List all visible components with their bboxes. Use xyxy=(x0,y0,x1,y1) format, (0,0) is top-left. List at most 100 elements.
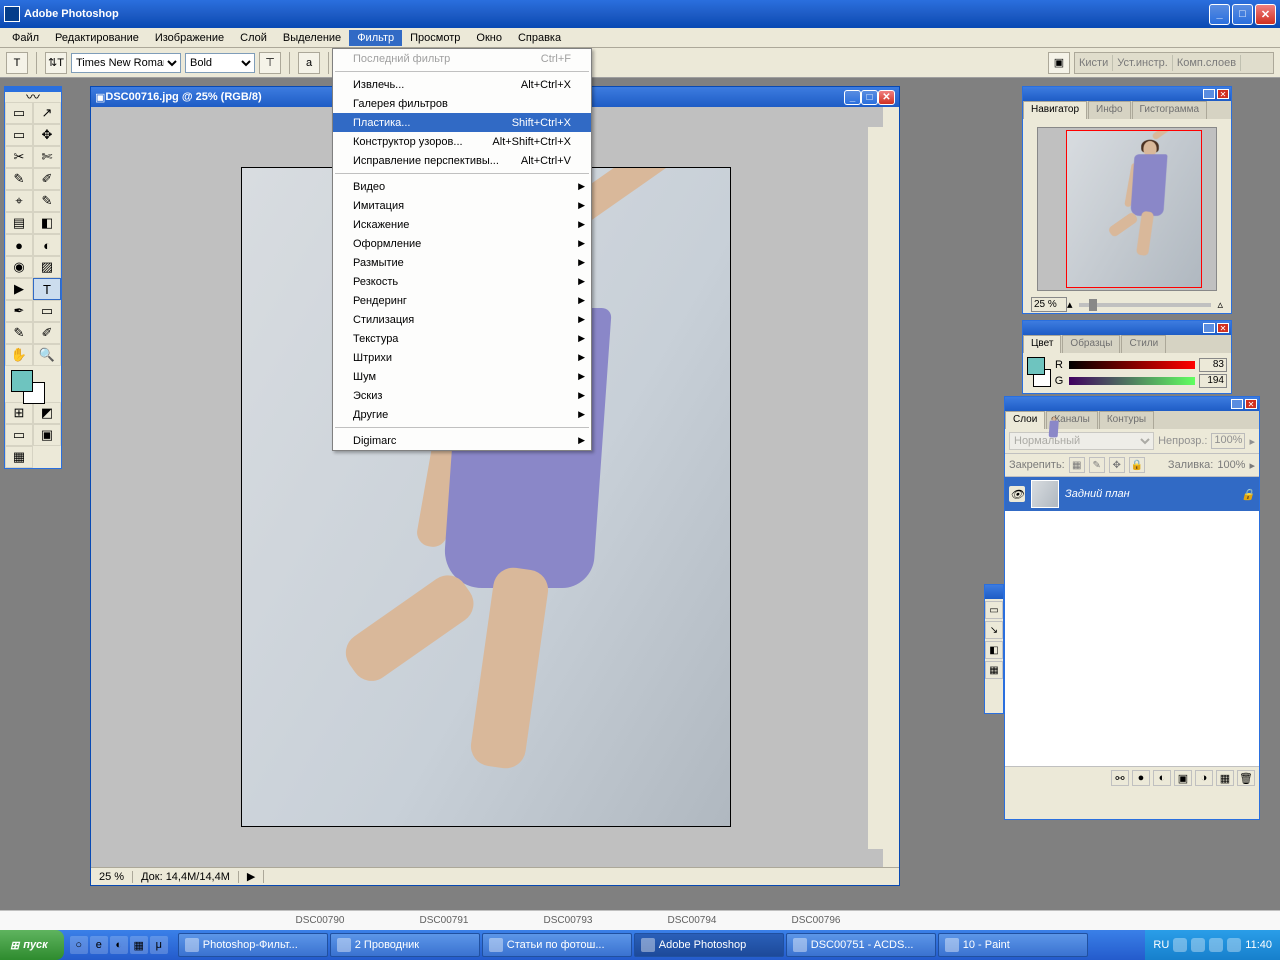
color-swatches[interactable] xyxy=(1027,357,1053,397)
tool-button[interactable]: ▤ xyxy=(5,212,33,234)
file-browser-button[interactable]: ▣ xyxy=(1048,52,1070,74)
tool-button[interactable]: ✂ xyxy=(5,146,33,168)
orientation-toggle-button[interactable]: ⇅T xyxy=(45,52,67,74)
tab-swatches[interactable]: Образцы xyxy=(1062,335,1120,353)
tray-icon[interactable] xyxy=(1191,938,1205,952)
menu-просмотр[interactable]: Просмотр xyxy=(402,30,468,46)
tool-preset-button[interactable]: T xyxy=(6,52,28,74)
tray-icon[interactable] xyxy=(1173,938,1187,952)
tool-button[interactable]: ✎ xyxy=(5,168,33,190)
tool-button[interactable]: ✄ xyxy=(33,146,61,168)
doc-maximize-button[interactable]: □ xyxy=(861,90,878,105)
window-close-button[interactable]: ✕ xyxy=(1255,4,1276,25)
antialias-button[interactable]: a xyxy=(298,52,320,74)
tool-button[interactable]: ✋ xyxy=(5,344,33,366)
tool-button[interactable]: ✎ xyxy=(33,190,61,212)
menu-item[interactable]: Видео▶ xyxy=(333,177,591,196)
taskbar-task[interactable]: Статьи по фотош... xyxy=(482,933,632,957)
taskbar-task[interactable]: Photoshop-Фильт... xyxy=(178,933,328,957)
tool-button[interactable]: ▭ xyxy=(5,124,33,146)
lock-all-button[interactable]: 🔒 xyxy=(1129,457,1145,473)
quicklaunch-icon[interactable]: μ xyxy=(150,936,168,954)
font-family-select[interactable]: Times New Roman xyxy=(71,53,181,73)
clock[interactable]: 11:40 xyxy=(1245,939,1272,951)
tab-styles[interactable]: Стили xyxy=(1121,335,1166,353)
r-slider[interactable] xyxy=(1069,361,1195,369)
delete-layer-button[interactable]: 🗑 xyxy=(1237,770,1255,786)
menu-item[interactable]: Digimarc▶ xyxy=(333,431,591,450)
doc-close-button[interactable]: ✕ xyxy=(878,90,895,105)
tool-button[interactable]: ▭ xyxy=(33,300,61,322)
tab-layers[interactable]: Слои xyxy=(1005,411,1045,429)
menu-item[interactable]: Имитация▶ xyxy=(333,196,591,215)
zoom-in-icon[interactable]: ▵ xyxy=(1217,298,1223,311)
menu-item[interactable]: Эскиз▶ xyxy=(333,386,591,405)
layer-name[interactable]: Задний план xyxy=(1065,488,1130,500)
quicklaunch-icon[interactable]: ▦ xyxy=(130,936,148,954)
menu-слой[interactable]: Слой xyxy=(232,30,275,46)
lock-transparency-button[interactable]: ▦ xyxy=(1069,457,1085,473)
file-thumbnail-label[interactable]: DSC00790 xyxy=(258,915,382,926)
tool-mode-button[interactable]: ◩ xyxy=(33,402,61,424)
r-value[interactable]: 83 xyxy=(1199,358,1227,372)
tab-info[interactable]: Инфо xyxy=(1088,101,1131,119)
tool-mode-button[interactable]: ⊞ xyxy=(5,402,33,424)
color-picker[interactable] xyxy=(5,366,61,402)
window-minimize-button[interactable]: _ xyxy=(1209,4,1230,25)
menu-item[interactable]: Искажение▶ xyxy=(333,215,591,234)
tool-mode-button[interactable]: ▭ xyxy=(5,424,33,446)
tool-button[interactable]: ▶ xyxy=(5,278,33,300)
menu-item[interactable]: Размытие▶ xyxy=(333,253,591,272)
lock-pixels-button[interactable]: ✎ xyxy=(1089,457,1105,473)
menu-item[interactable]: Галерея фильтров xyxy=(333,94,591,113)
panel-close-button[interactable]: ✕ xyxy=(1217,323,1229,333)
panel-minimize-button[interactable]: _ xyxy=(1203,323,1215,333)
tool-button[interactable]: ◧ xyxy=(33,212,61,234)
new-layer-button[interactable]: ▦ xyxy=(1216,770,1234,786)
menu-item[interactable]: Другие▶ xyxy=(333,405,591,424)
zoom-level[interactable]: 25 % xyxy=(91,871,133,883)
taskbar-task[interactable]: DSC00751 - ACDS... xyxy=(786,933,936,957)
menu-выделение[interactable]: Выделение xyxy=(275,30,349,46)
g-value[interactable]: 194 xyxy=(1199,374,1227,388)
file-thumbnail-label[interactable]: DSC00796 xyxy=(754,915,878,926)
file-thumbnail-label[interactable]: DSC00793 xyxy=(506,915,630,926)
foreground-color-swatch[interactable] xyxy=(11,370,33,392)
zoom-out-icon[interactable]: ▴ xyxy=(1067,298,1073,311)
tool-button[interactable]: ✐ xyxy=(33,168,61,190)
tool-button[interactable]: ◐ xyxy=(33,234,61,256)
opacity-value[interactable]: 100% xyxy=(1211,433,1245,449)
collapsed-panel[interactable]: ▭ ↘ ◧ ▦ xyxy=(984,584,1004,714)
tab-color[interactable]: Цвет xyxy=(1023,335,1061,353)
font-weight-select[interactable]: Bold xyxy=(185,53,255,73)
menu-изображение[interactable]: Изображение xyxy=(147,30,232,46)
tool-button[interactable]: ✎ xyxy=(5,322,33,344)
fill-arrow-icon[interactable]: ▸ xyxy=(1249,459,1255,472)
collapsed-icon[interactable]: ▭ xyxy=(985,601,1003,619)
panel-minimize-button[interactable]: _ xyxy=(1203,89,1215,99)
panel-minimize-button[interactable]: _ xyxy=(1231,399,1243,409)
menu-item[interactable]: Оформление▶ xyxy=(333,234,591,253)
taskbar-task[interactable]: 2 Проводник xyxy=(330,933,480,957)
menu-item[interactable]: Исправление перспективы...Alt+Ctrl+V xyxy=(333,151,591,170)
tool-button[interactable]: ▨ xyxy=(33,256,61,278)
new-group-button[interactable]: ▣ xyxy=(1174,770,1192,786)
palette-well[interactable]: Кисти Уст.инстр. Комп.слоев xyxy=(1074,52,1274,74)
menu-окно[interactable]: Окно xyxy=(468,30,510,46)
menu-item[interactable]: Извлечь...Alt+Ctrl+X xyxy=(333,75,591,94)
menu-item[interactable]: Резкость▶ xyxy=(333,272,591,291)
link-layers-button[interactable]: ⚯ xyxy=(1111,770,1129,786)
navigator-zoom-value[interactable]: 25 % xyxy=(1031,297,1067,312)
tool-button[interactable]: ✐ xyxy=(33,322,61,344)
tray-icon[interactable] xyxy=(1227,938,1241,952)
tray-icon[interactable] xyxy=(1209,938,1223,952)
lock-position-button[interactable]: ✥ xyxy=(1109,457,1125,473)
menu-файл[interactable]: Файл xyxy=(4,30,47,46)
tool-button[interactable]: ↗ xyxy=(33,102,61,124)
layer-thumbnail[interactable] xyxy=(1031,480,1059,508)
menu-item[interactable]: Конструктор узоров...Alt+Shift+Ctrl+X xyxy=(333,132,591,151)
menu-фильтр[interactable]: Фильтр xyxy=(349,30,402,46)
blend-mode-select[interactable]: Нормальный xyxy=(1009,432,1154,450)
adjustment-layer-button[interactable]: ◑ xyxy=(1195,770,1213,786)
doc-minimize-button[interactable]: _ xyxy=(844,90,861,105)
